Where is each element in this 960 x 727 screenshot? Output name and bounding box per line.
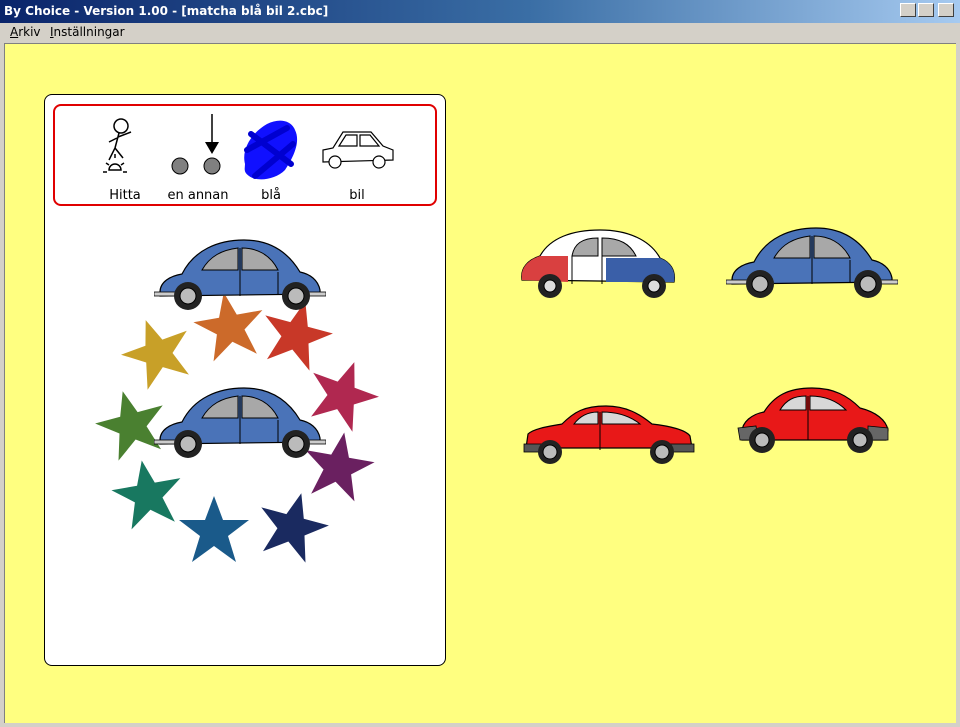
menu-installningar-label: nställningar <box>53 25 125 39</box>
menu-installningar[interactable]: Inställningar <box>50 25 125 39</box>
symbol-en-annan[interactable]: en annan <box>158 114 238 204</box>
choice-red-hatchback-car[interactable] <box>522 396 696 466</box>
menu-arkiv[interactable]: Arkiv <box>10 25 41 39</box>
minimize-button[interactable] <box>900 3 916 17</box>
maximize-button[interactable] <box>918 3 934 17</box>
symbol-en-annan-label: en annan <box>167 188 229 203</box>
window-title: By Choice - Version 1.00 - [matcha blå b… <box>4 4 329 18</box>
symbol-bla[interactable]: blå <box>231 114 311 204</box>
blue-scribble-icon <box>244 120 298 180</box>
choice-2cv-car[interactable] <box>516 224 678 304</box>
target-blue-beetle-car[interactable] <box>154 234 326 312</box>
find-person-icon <box>103 118 132 173</box>
menu-bar: Arkiv Inställningar <box>0 23 960 42</box>
symbol-hitta[interactable]: Hitta <box>85 114 165 204</box>
close-button[interactable] <box>938 3 954 17</box>
car-outline-icon <box>322 131 394 169</box>
menu-arkiv-mnemonic: A <box>10 25 19 39</box>
choice-red-small-car[interactable] <box>736 384 892 460</box>
window-titlebar[interactable]: By Choice - Version 1.00 - [matcha blå b… <box>0 0 960 23</box>
menu-arkiv-label: rkiv <box>18 25 41 39</box>
choice-blue-beetle-car[interactable] <box>726 222 898 300</box>
symbol-bil[interactable]: bil <box>317 114 397 204</box>
matched-blue-beetle-car[interactable] <box>154 382 326 460</box>
star-navy <box>250 484 336 567</box>
symbol-bla-label: blå <box>261 188 281 203</box>
star-teal <box>107 454 188 532</box>
another-dots-arrow-icon <box>171 114 221 175</box>
sentence-strip: Hitta en annan blå bil <box>53 104 437 206</box>
symbol-bil-label: bil <box>349 188 365 203</box>
star-blue <box>179 496 249 562</box>
symbol-hitta-label: Hitta <box>109 188 141 203</box>
